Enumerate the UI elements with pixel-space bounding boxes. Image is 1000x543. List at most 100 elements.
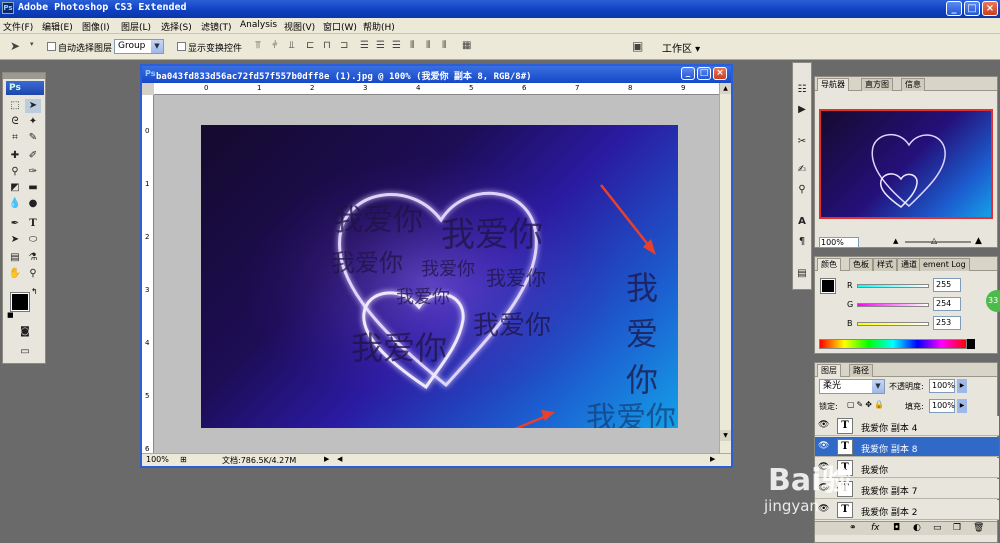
hand-tool-icon[interactable]: ✋ — [7, 267, 23, 281]
layer-row[interactable]: 👁 T 我爱你 副本 4 — [815, 416, 999, 436]
distribute-hcenter-icon[interactable]: ⦀ — [426, 40, 430, 51]
align-top-icon[interactable]: ⫪ — [255, 40, 261, 51]
tool-preset-dropdown-icon[interactable]: ▾ — [30, 40, 34, 48]
doc-maximize-button[interactable]: □ — [697, 67, 711, 80]
new-layer-icon[interactable]: ❐ — [953, 523, 961, 533]
toolbox-grip[interactable] — [3, 73, 45, 79]
menu-image[interactable]: 图像(I) — [82, 20, 110, 33]
workspace-button[interactable]: 工作区 ▾ — [662, 40, 700, 55]
foreground-color-swatch[interactable] — [10, 292, 30, 312]
menu-window[interactable]: 窗口(W) — [323, 20, 357, 33]
auto-select-group-select[interactable]: Group ▼ — [114, 39, 164, 54]
clone-stamp-icon[interactable]: ⚲ — [7, 165, 23, 179]
layer-mask-icon[interactable]: ◘ — [893, 523, 900, 533]
eye-icon[interactable]: 👁 — [818, 441, 829, 451]
vertical-scrollbar[interactable]: ▲ ▼ — [719, 83, 731, 453]
new-group-icon[interactable]: ▭ — [933, 523, 942, 533]
scroll-left-icon[interactable]: ◀ — [337, 455, 342, 463]
tab-paths[interactable]: 路径 — [849, 364, 873, 377]
swap-colors-icon[interactable]: ↰ — [31, 287, 38, 296]
actions-panel-icon[interactable]: ▶ — [794, 103, 810, 117]
slice-tool-icon[interactable]: ✎ — [25, 131, 41, 145]
brush-tool-icon[interactable]: ✐ — [25, 149, 41, 163]
image-canvas[interactable]: 我爱你 我爱你 我爱你 我爱你 我爱你 我爱你 我爱你 我爱你 我爱你 我爱你 — [201, 125, 678, 428]
align-vcenter-icon[interactable]: ⫩ — [272, 40, 278, 51]
notes-tool-icon[interactable]: ▤ — [7, 251, 23, 265]
distribute-bottom-icon[interactable]: ☰ — [392, 40, 401, 51]
dodge-tool-icon[interactable]: ● — [25, 197, 41, 211]
close-button[interactable]: × — [982, 1, 998, 16]
r-value[interactable]: 255 — [933, 278, 961, 292]
menu-analysis[interactable]: Analysis — [240, 20, 277, 30]
g-slider[interactable] — [857, 303, 929, 307]
tab-info[interactable]: 信息 — [901, 78, 925, 91]
adjustment-layer-icon[interactable]: ◐ — [913, 523, 921, 533]
move-tool-icon[interactable]: ➤ — [10, 39, 20, 53]
distribute-left-icon[interactable]: ⦀ — [410, 40, 414, 51]
lock-icons[interactable]: ▢✎✥🔒 — [847, 400, 886, 409]
color-ramp-black[interactable] — [967, 339, 975, 349]
menu-file[interactable]: 文件(F) — [3, 20, 33, 33]
lasso-tool-icon[interactable]: ᘓ — [7, 115, 23, 129]
layer-row-selected[interactable]: 👁 T 我爱你 副本 8 — [815, 437, 999, 457]
move-tool-icon[interactable]: ➤ — [25, 99, 41, 113]
tab-measurement-log[interactable]: ement Log — [919, 258, 970, 271]
zoom-level[interactable]: 100% — [146, 455, 169, 464]
tab-styles[interactable]: 样式 — [873, 258, 897, 271]
link-layers-icon[interactable]: ⚭ — [849, 523, 857, 533]
pen-tool-icon[interactable]: ✒ — [7, 217, 23, 231]
layer-comps-icon[interactable]: ▤ — [794, 267, 810, 281]
menu-edit[interactable]: 编辑(E) — [42, 20, 73, 33]
zoom-out-icon[interactable]: ▲ — [893, 237, 898, 245]
tab-histogram[interactable]: 直方图 — [861, 78, 893, 91]
minimize-button[interactable]: _ — [946, 1, 962, 16]
scroll-down-icon[interactable]: ▼ — [720, 430, 731, 441]
tab-navigator[interactable]: 导航器 — [817, 78, 849, 91]
gradient-tool-icon[interactable]: ▬ — [25, 181, 41, 195]
tab-channels[interactable]: 通道 — [897, 258, 921, 271]
magic-wand-icon[interactable]: ✦ — [25, 115, 41, 129]
menu-view[interactable]: 视图(V) — [284, 20, 315, 33]
menu-layer[interactable]: 图层(L) — [121, 20, 151, 33]
marquee-tool-icon[interactable]: ⬚ — [7, 99, 23, 113]
zoom-in-icon[interactable]: ▲ — [975, 236, 982, 246]
eraser-tool-icon[interactable]: ◩ — [7, 181, 23, 195]
fill-arrow-icon[interactable]: ▶ — [957, 399, 967, 413]
menu-filter[interactable]: 滤镜(T) — [201, 20, 232, 33]
eye-icon[interactable]: 👁 — [818, 420, 829, 430]
canvas-area[interactable]: 我爱你 我爱你 我爱你 我爱你 我爱你 我爱你 我爱你 我爱你 我爱你 我爱你 — [154, 95, 719, 453]
status-icon[interactable]: ⊞ — [180, 455, 187, 464]
history-brush-icon[interactable]: ✑ — [25, 165, 41, 179]
maximize-button[interactable]: □ — [964, 1, 980, 16]
path-selection-icon[interactable]: ➤ — [7, 233, 23, 247]
tab-layers[interactable]: 图层 — [817, 364, 841, 377]
eye-icon[interactable]: 👁 — [818, 504, 829, 514]
b-slider[interactable] — [857, 322, 929, 326]
document-title-bar[interactable]: Ps ba043fd833d56ac72fd57f557b0dff8e (1).… — [142, 66, 731, 83]
tab-swatches[interactable]: 色板 — [849, 258, 873, 271]
scroll-right-icon[interactable]: ▶ — [710, 455, 715, 463]
history-panel-icon[interactable]: ☷ — [794, 83, 810, 97]
color-fg-swatch[interactable] — [820, 278, 836, 294]
r-slider[interactable] — [857, 284, 929, 288]
align-left-icon[interactable]: ⊏ — [306, 40, 314, 51]
color-ramp[interactable] — [819, 339, 967, 349]
scroll-up-icon[interactable]: ▲ — [720, 83, 731, 94]
blur-tool-icon[interactable]: 💧 — [7, 197, 23, 211]
file-browser-icon[interactable]: ▣ — [632, 39, 643, 53]
b-value[interactable]: 253 — [933, 316, 961, 330]
align-hcenter-icon[interactable]: ⊓ — [323, 40, 331, 51]
layer-style-icon[interactable]: fx — [871, 523, 880, 533]
type-tool-icon[interactable]: T — [25, 217, 41, 231]
default-colors-icon[interactable]: ■ — [7, 311, 14, 319]
delete-layer-icon[interactable]: 🗑 — [973, 523, 984, 533]
status-menu-icon[interactable]: ▶ — [324, 455, 329, 463]
crop-tool-icon[interactable]: ⌗ — [7, 131, 23, 145]
clone-source-icon[interactable]: ⚲ — [794, 183, 810, 197]
tab-color[interactable]: 颜色 — [817, 258, 841, 271]
menu-select[interactable]: 选择(S) — [161, 20, 192, 33]
brushes-panel-icon[interactable]: ✍ — [794, 163, 810, 177]
zoom-tool-icon[interactable]: ⚲ — [25, 267, 41, 281]
healing-brush-icon[interactable]: ✚ — [7, 149, 23, 163]
navigator-zoom-field[interactable]: 100% — [819, 237, 859, 248]
